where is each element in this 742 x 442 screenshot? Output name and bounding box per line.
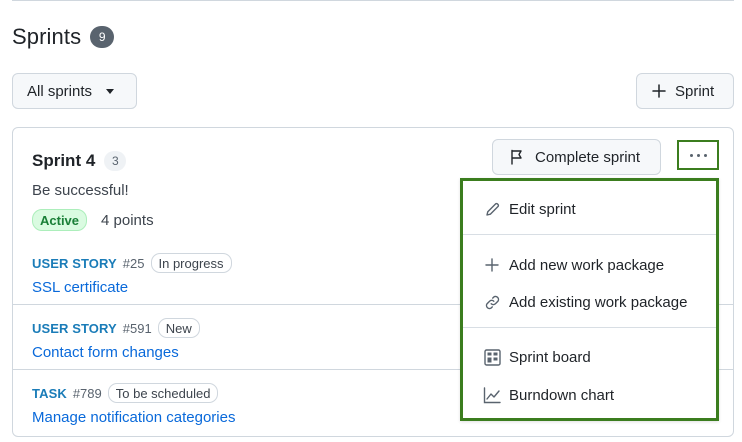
work-package-type: USER STORY <box>32 255 117 271</box>
sprint-status-badge: Active <box>32 209 88 231</box>
work-package-type: TASK <box>32 385 67 401</box>
sprint-description: Be successful! <box>32 182 129 199</box>
kebab-dot <box>689 153 693 157</box>
graph-icon <box>483 386 501 404</box>
work-package-title-link[interactable]: Manage notification categories <box>32 409 235 426</box>
work-package-meta: USER STORY #25 In progress <box>32 253 232 273</box>
link-icon <box>483 293 501 311</box>
sprint-count-badge: 9 <box>90 26 115 48</box>
menu-divider <box>463 327 716 328</box>
menu-item-add-existing-work-package[interactable]: Add existing work package <box>463 285 716 319</box>
sprint-filter-dropdown[interactable]: All sprints <box>12 73 137 109</box>
work-package-number: #25 <box>122 255 145 271</box>
plus-icon <box>483 256 501 274</box>
sprint-item-count: 3 <box>104 151 127 171</box>
menu-item-add-new-work-package[interactable]: Add new work package <box>463 248 716 282</box>
work-package-status: To be scheduled <box>107 383 219 403</box>
work-package-title-link[interactable]: SSL certificate <box>32 279 128 296</box>
sprint-title-row: Sprint 4 3 <box>32 151 127 171</box>
work-package-type: USER STORY <box>32 320 117 336</box>
top-divider <box>12 0 734 1</box>
complete-sprint-button[interactable]: Complete sprint <box>492 139 661 175</box>
menu-item-sprint-board[interactable]: Sprint board <box>463 340 716 374</box>
work-package-status: In progress <box>150 253 232 273</box>
new-sprint-button[interactable]: Sprint <box>636 73 734 109</box>
sprint-status-row: Active 4 points <box>32 209 154 231</box>
complete-sprint-label: Complete sprint <box>535 148 641 166</box>
more-actions-button[interactable] <box>677 140 719 170</box>
menu-item-edit-sprint[interactable]: Edit sprint <box>463 192 716 226</box>
work-package-title-link[interactable]: Contact form changes <box>32 344 179 361</box>
kebab-dot <box>696 153 700 157</box>
new-sprint-label: Sprint <box>675 82 715 100</box>
plus-icon <box>652 84 666 98</box>
caret-down-icon <box>106 88 115 94</box>
menu-item-label: Edit sprint <box>509 200 576 218</box>
menu-item-label: Burndown chart <box>509 386 615 404</box>
work-package-meta: TASK #789 To be scheduled <box>32 383 219 403</box>
board-icon <box>483 348 501 366</box>
sprint-filter-label: All sprints <box>27 82 93 100</box>
sprint-points: 4 points <box>101 211 154 229</box>
work-package-meta: USER STORY #591 New <box>32 318 200 338</box>
sprint-actions-menu: Edit sprint Add new work package Add exi… <box>460 178 719 421</box>
menu-item-burndown-chart[interactable]: Burndown chart <box>463 378 716 412</box>
page-header: Sprints 9 <box>12 24 115 50</box>
kebab-dot <box>703 153 707 157</box>
page-title: Sprints <box>12 24 82 49</box>
work-package-number: #789 <box>72 385 102 401</box>
menu-item-label: Sprint board <box>509 348 591 366</box>
menu-item-label: Add new work package <box>509 256 665 274</box>
pencil-icon <box>483 200 501 218</box>
sprints-page: Sprints 9 All sprints Sprint Sprint 4 3 … <box>0 0 742 442</box>
menu-divider <box>463 234 716 235</box>
work-package-status: New <box>157 318 200 338</box>
sprint-name: Sprint 4 <box>32 151 96 170</box>
flag-icon <box>511 149 522 165</box>
menu-item-label: Add existing work package <box>509 293 688 311</box>
work-package-number: #591 <box>122 320 152 336</box>
